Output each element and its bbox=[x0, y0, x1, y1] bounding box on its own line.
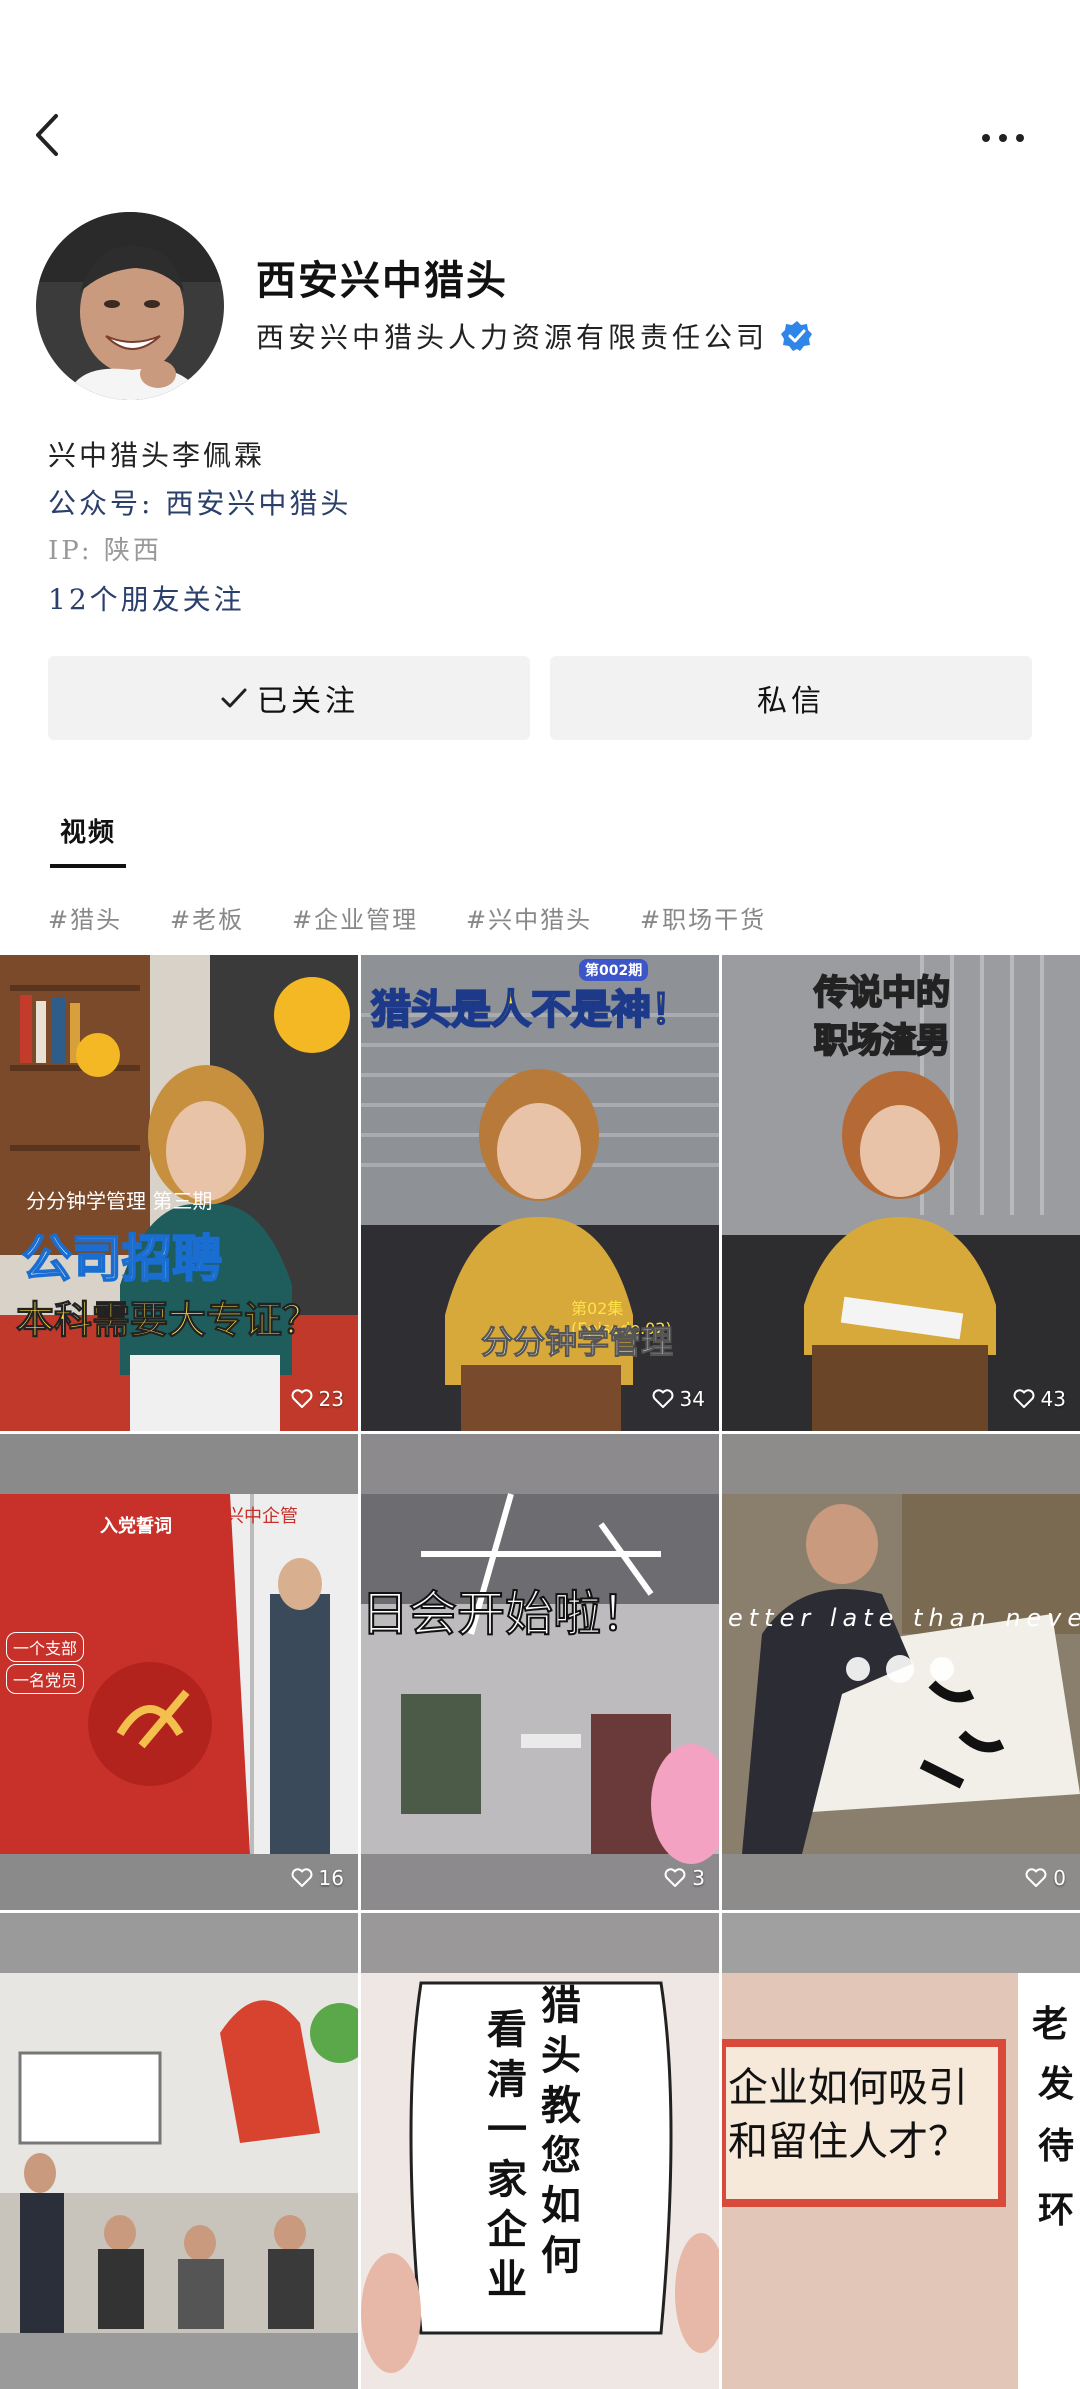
verified-badge-icon bbox=[781, 321, 813, 351]
message-label: 私信 bbox=[757, 684, 825, 719]
company-label: 西安兴中猎头人力资源有限责任公司 bbox=[256, 321, 769, 354]
tag-item[interactable]: #企业管理 bbox=[292, 900, 418, 935]
like-count: 43 bbox=[1013, 1387, 1066, 1411]
brand-label: 兴中企管 bbox=[226, 1506, 298, 1527]
video-caption-subtitle: 分分钟学管理 bbox=[480, 1323, 674, 1362]
side-caption: 发 bbox=[1038, 2064, 1075, 2105]
check-icon bbox=[221, 688, 247, 708]
video-thumbnail[interactable] bbox=[0, 1913, 358, 2389]
video-caption-title: etter late than never bbox=[728, 1604, 1080, 1632]
heart-outline-icon bbox=[664, 1868, 686, 1887]
video-caption-title: 公司招聘 bbox=[21, 1229, 223, 1289]
video-caption-title: 企业如何吸引 bbox=[728, 2065, 968, 2111]
heart-outline-icon bbox=[652, 1389, 673, 1408]
video-caption-title: 猎头教您如何 bbox=[541, 1983, 581, 2279]
friends-following-link[interactable]: 12个朋友关注 bbox=[48, 578, 245, 618]
episode-badge: 第002期 bbox=[579, 959, 649, 981]
like-count: 0 bbox=[1025, 1866, 1066, 1890]
tab-videos[interactable]: 视频 bbox=[60, 812, 116, 849]
video-thumbnail[interactable]: 日会开始啦！ 3 bbox=[361, 1434, 719, 1910]
company-name: 西安兴中猎头人力资源有限责任公司 bbox=[256, 316, 814, 356]
video-caption-subtitle: 和留住人才？ bbox=[728, 2119, 968, 2165]
video-thumbnail[interactable]: 猎头教您如何 看清一家企业 bbox=[361, 1913, 719, 2389]
side-caption: 老 bbox=[1032, 2004, 1069, 2045]
video-caption-subtitle: 看清一家企业 bbox=[487, 2007, 527, 2303]
party-tag: 一个支部 bbox=[6, 1632, 85, 1662]
side-caption: 待 bbox=[1038, 2126, 1075, 2167]
following-button[interactable]: 已关注 bbox=[48, 656, 530, 740]
bio-line: 兴中猎头李佩霖 bbox=[48, 439, 266, 472]
video-caption-subtitle: 职场渣男 bbox=[813, 1020, 951, 1062]
video-thumbnail[interactable]: 企业如何吸引 和留住人才？ 老 发 待 环 bbox=[722, 1913, 1080, 2389]
heart-outline-icon bbox=[1013, 1389, 1034, 1408]
like-count: 23 bbox=[291, 1387, 344, 1411]
like-count: 3 bbox=[664, 1866, 705, 1890]
top-bar bbox=[0, 0, 1080, 200]
ip-location: IP: 陕西 bbox=[48, 536, 162, 566]
video-thumbnail[interactable]: 分分钟学管理 第三期 公司招聘 本科需要大专证？ 23 bbox=[0, 955, 358, 1431]
like-count: 34 bbox=[652, 1387, 705, 1411]
video-caption-title: 日会开始啦！ bbox=[361, 1585, 650, 1643]
party-tag: 一名党员 bbox=[6, 1664, 85, 1694]
side-caption: 环 bbox=[1038, 2190, 1075, 2231]
message-button[interactable]: 私信 bbox=[550, 656, 1032, 740]
heart-outline-icon bbox=[291, 1389, 312, 1408]
tag-item[interactable]: #兴中猎头 bbox=[466, 900, 592, 935]
video-thumbnail[interactable]: 猎头是人不是神！ 第002期 第02集(Episode.02) 分分钟学管理 3… bbox=[361, 955, 719, 1431]
tab-underline bbox=[50, 864, 126, 868]
video-thumbnail[interactable]: 入党誓词 兴中企管 一个支部 一名党员 16 bbox=[0, 1434, 358, 1910]
like-count: 16 bbox=[291, 1866, 344, 1890]
official-account-link[interactable]: 公众号: 西安兴中猎头 bbox=[48, 482, 351, 522]
following-label: 已关注 bbox=[257, 684, 359, 719]
heart-outline-icon bbox=[1025, 1868, 1047, 1887]
avatar[interactable] bbox=[36, 212, 224, 400]
video-caption-subtitle: 本科需要大专证？ bbox=[15, 1298, 321, 1343]
video-caption-title: 猎头是人不是神！ bbox=[370, 986, 692, 1034]
back-chevron-icon[interactable] bbox=[28, 110, 68, 160]
video-thumbnail[interactable]: etter late than never 0 bbox=[722, 1434, 1080, 1910]
video-caption-title: 传说中的 bbox=[813, 972, 951, 1014]
video-caption-small: 分分钟学管理 第三期 bbox=[26, 1189, 213, 1213]
tag-item[interactable]: #老板 bbox=[170, 900, 244, 935]
video-thumbnail[interactable]: 传说中的 职场渣男 43 bbox=[722, 955, 1080, 1431]
profile-name: 西安兴中猎头 bbox=[256, 257, 508, 304]
tag-item[interactable]: #猎头 bbox=[48, 900, 122, 935]
oath-heading: 入党誓词 bbox=[100, 1516, 172, 1537]
heart-outline-icon bbox=[291, 1868, 312, 1887]
tag-item[interactable]: #职场干货 bbox=[640, 900, 766, 935]
more-dots-icon[interactable] bbox=[978, 118, 1028, 158]
